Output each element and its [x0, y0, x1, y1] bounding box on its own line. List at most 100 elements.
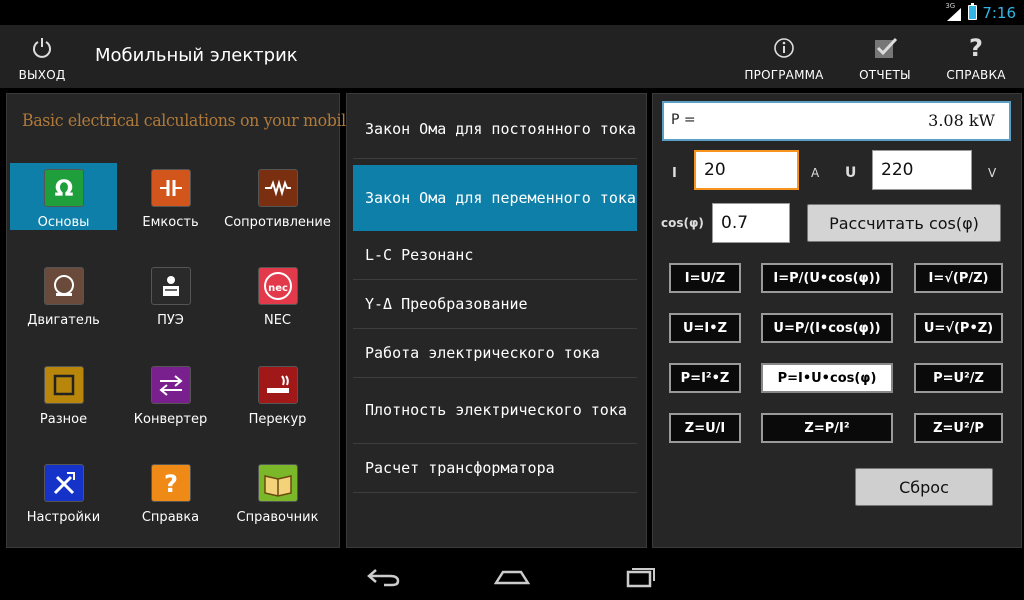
category-label: Справочник	[236, 510, 319, 525]
formula-button[interactable]: P=I•U•cos(φ)	[761, 363, 893, 393]
svg-text:?: ?	[164, 470, 178, 498]
category-label: Конвертер	[133, 412, 208, 427]
voltage-unit: V	[988, 166, 997, 180]
topic-list-panel: Закон Ома для постоянного тока Закон Ома …	[346, 93, 647, 548]
category-nec[interactable]: nec NEC	[224, 261, 331, 328]
category-arrows[interactable]: Конвертер	[117, 360, 224, 427]
program-label: ПРОГРАММА	[744, 68, 824, 82]
svg-text:Ω: Ω	[54, 177, 73, 202]
category-tools[interactable]: Настройки	[10, 458, 117, 525]
formula-button[interactable]: P=U²/Z	[914, 363, 1003, 393]
topic-list-item[interactable]: Закон Ома для постоянного тока	[353, 100, 637, 159]
formula-button[interactable]: P=I²•Z	[669, 363, 741, 393]
back-button[interactable]	[360, 562, 408, 592]
formula-button[interactable]: Z=U²/P	[914, 413, 1003, 443]
voltage-input[interactable]: 220	[872, 150, 972, 190]
program-button[interactable]: ПРОГРАММА	[740, 25, 828, 88]
back-icon	[367, 569, 400, 587]
reports-icon	[872, 32, 898, 64]
category-label: Сопротивление	[224, 215, 331, 230]
square-icon	[43, 366, 84, 404]
reader-icon	[150, 267, 191, 305]
current-unit: A	[811, 166, 820, 180]
cos-input[interactable]: 0.7	[712, 203, 790, 243]
category-label: ПУЭ	[157, 313, 184, 328]
help-button[interactable]: ? СПРАВКА	[942, 25, 1010, 88]
power-icon	[31, 32, 53, 64]
question-icon: ?	[969, 34, 983, 62]
topic-list-item[interactable]: L-C Резонанс	[353, 231, 637, 280]
status-icons: 3G 7:16	[945, 2, 1016, 22]
tools-icon	[43, 464, 84, 502]
topic-list-item[interactable]: Закон Ома для переменного тока	[353, 165, 637, 231]
question-icon: ?	[150, 464, 191, 502]
category-resistor[interactable]: Сопротивление	[224, 163, 331, 230]
formula-button[interactable]: I=P/(U•cos(φ))	[761, 263, 893, 293]
result-value: 3.08 kW	[928, 111, 995, 130]
category-label: Емкость	[142, 215, 199, 230]
topic-list-item[interactable]: Плотность электрического тока	[353, 378, 637, 444]
svg-text:nec: nec	[268, 283, 288, 294]
category-label: NEC	[263, 313, 291, 328]
calculator-panel: P = 3.08 kW I 20 A U 220 V cos(φ) 0.7 Ра…	[652, 93, 1022, 548]
exit-button[interactable]: ВЫХОД	[12, 25, 72, 88]
category-panel: Basic electrical calculations on your mo…	[6, 93, 407, 548]
formula-button[interactable]: U=√(P•Z)	[914, 313, 1003, 343]
category-label: Разное	[39, 412, 88, 427]
topic-list-item[interactable]: Y-Δ Преобразование	[353, 280, 637, 329]
formula-button[interactable]: Z=U/I	[669, 413, 741, 443]
category-square[interactable]: Разное	[10, 360, 117, 427]
app-title: Мобильный электрик	[95, 45, 298, 66]
topic-list-item[interactable]: Работа электрического тока	[353, 329, 637, 378]
formula-button[interactable]: U=P/(I•cos(φ))	[761, 313, 893, 343]
recents-button[interactable]	[616, 562, 664, 592]
recents-icon	[626, 568, 655, 588]
result-key: P =	[671, 112, 696, 128]
status-bar: 3G 7:16	[0, 0, 1024, 25]
resistor-icon	[257, 169, 298, 207]
formula-button[interactable]: Z=P/I²	[761, 413, 893, 443]
category-label: Двигатель	[27, 313, 100, 328]
voltage-label: U	[845, 165, 857, 181]
cigarette-icon	[257, 366, 298, 404]
reports-label: ОТЧЕТЫ	[859, 68, 911, 82]
info-icon	[773, 32, 795, 64]
home-icon	[494, 570, 530, 585]
status-time: 7:16	[982, 3, 1016, 22]
calculate-cos-button[interactable]: Рассчитать cos(φ)	[807, 204, 1001, 242]
omega-icon: Ω	[43, 169, 84, 207]
formula-button[interactable]: U=I•Z	[669, 313, 741, 343]
battery-icon	[968, 3, 978, 20]
reset-button[interactable]: Сброс	[855, 468, 993, 506]
category-label: Справка	[141, 510, 200, 525]
formula-button[interactable]: I=√(P/Z)	[914, 263, 1003, 293]
category-book[interactable]: Справочник	[224, 458, 331, 525]
signal-icon: 3G	[945, 2, 963, 21]
navigation-bar	[0, 552, 1024, 600]
exit-label: ВЫХОД	[18, 68, 66, 82]
formula-button[interactable]: I=U/Z	[669, 263, 741, 293]
cos-label: cos(φ)	[661, 216, 704, 230]
category-label: Основы	[37, 215, 90, 230]
action-bar: ВЫХОД Мобильный электрик ПРОГРАММА ОТЧЕТ…	[0, 25, 1024, 88]
category-cigarette[interactable]: Перекур	[224, 360, 331, 427]
current-label: I	[672, 166, 677, 181]
category-question[interactable]: ? Справка	[117, 458, 224, 525]
category-omega[interactable]: Ω Основы	[10, 163, 117, 230]
help-label: СПРАВКА	[946, 68, 1006, 82]
topic-list-item[interactable]: Расчет трансформатора	[353, 444, 637, 493]
category-reader[interactable]: ПУЭ	[117, 261, 224, 328]
capacitor-icon	[150, 169, 191, 207]
book-icon	[257, 464, 298, 502]
category-label: Перекур	[248, 412, 307, 427]
home-button[interactable]	[488, 562, 536, 592]
category-label: Настройки	[26, 510, 101, 525]
result-field: P = 3.08 kW	[662, 101, 1011, 141]
arrows-icon	[150, 366, 191, 404]
category-motor[interactable]: Двигатель	[10, 261, 117, 328]
category-capacitor[interactable]: Емкость	[117, 163, 224, 230]
current-input[interactable]: 20	[694, 150, 799, 190]
motor-icon	[43, 267, 84, 305]
nec-icon: nec	[257, 267, 298, 305]
reports-button[interactable]: ОТЧЕТЫ	[852, 25, 918, 88]
